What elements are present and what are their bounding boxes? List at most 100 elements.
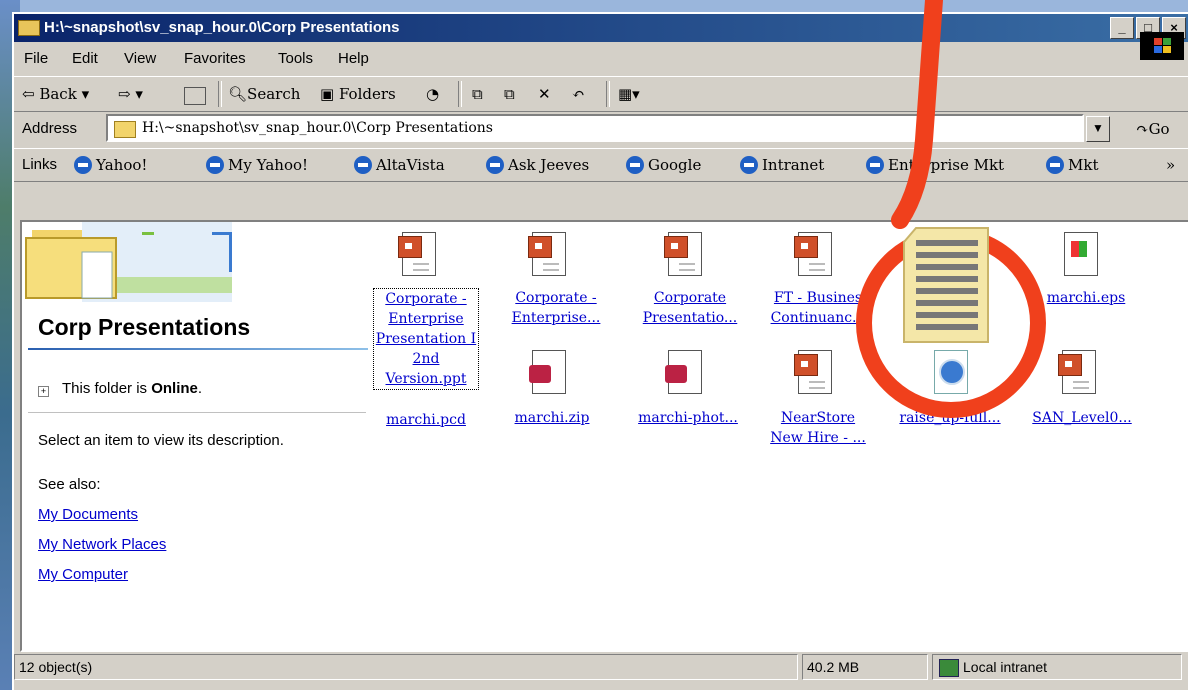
link-label: Ask Jeeves xyxy=(508,156,590,174)
link-ask-jeeves[interactable]: Ask Jeeves xyxy=(486,156,589,174)
file-label: Corporate - Enterprise... xyxy=(512,288,601,328)
file-label-line: Corporate - xyxy=(515,290,597,306)
link-label: Mkt xyxy=(1068,156,1099,174)
move-to-icon[interactable]: ⧉ xyxy=(472,85,483,103)
link-label: Enterprise Mkt xyxy=(888,156,1005,174)
copy-to-icon[interactable]: ⧉ xyxy=(504,85,515,103)
link-enterprise-mkt[interactable]: Enterprise Mkt xyxy=(866,156,1004,174)
file-item[interactable]: Corporate - Enterprise Presentation I 2n… xyxy=(366,288,486,390)
file-label: marchi.eps xyxy=(1046,290,1126,306)
delete-icon[interactable]: ✕ xyxy=(538,85,551,103)
powerpoint-file-icon[interactable] xyxy=(794,350,832,394)
file-item[interactable]: marchi.pcd xyxy=(366,408,486,430)
zone-label: Local intranet xyxy=(963,659,1048,675)
menu-view[interactable]: View xyxy=(124,50,156,67)
folder-icon xyxy=(18,20,40,36)
minimize-button[interactable]: _ xyxy=(1110,17,1134,39)
file-item[interactable]: SAN_Level0... xyxy=(1022,408,1142,428)
back-button[interactable]: ⇦ Back ▾ xyxy=(22,85,89,103)
folders-label: Folders xyxy=(338,85,396,103)
zip-file-icon[interactable] xyxy=(665,350,702,394)
link-mkt[interactable]: Mkt xyxy=(1046,156,1098,174)
views-icon[interactable]: ▦▾ xyxy=(618,85,640,103)
link-altavista[interactable]: AltaVista xyxy=(354,156,445,174)
ie-icon xyxy=(626,156,644,174)
file-label-line: Enterprise... xyxy=(511,310,601,326)
windows-logo-icon xyxy=(1140,32,1184,60)
powerpoint-file-icon[interactable] xyxy=(1058,350,1096,394)
menu-bar: File Edit View Favorites Tools Help xyxy=(14,44,1188,72)
menu-file[interactable]: File xyxy=(24,50,48,67)
title-bar[interactable]: H:\~snapshot\sv_snap_hour.0\Corp Present… xyxy=(14,14,1188,42)
network-icon xyxy=(939,659,959,677)
undo-icon[interactable]: ↶ xyxy=(572,85,585,103)
file-label-line: New Hire - ... xyxy=(770,430,866,446)
file-label-line: Corporate - xyxy=(385,291,467,307)
link-label: Yahoo! xyxy=(96,156,148,174)
up-folder-icon[interactable] xyxy=(184,87,206,105)
link-yahoo[interactable]: Yahoo! xyxy=(74,156,147,174)
links-label: Links xyxy=(22,156,58,173)
go-button[interactable]: ↷Go xyxy=(1136,120,1170,138)
file-label: Corporate Presentatio... xyxy=(643,288,738,328)
zip-file-icon[interactable] xyxy=(529,350,566,394)
menu-favorites[interactable]: Favorites xyxy=(184,50,246,67)
menu-help[interactable]: Help xyxy=(338,50,369,67)
menu-edit[interactable]: Edit xyxy=(72,50,98,67)
expand-icon[interactable]: + xyxy=(38,386,49,397)
search-button[interactable]: 🔍︎Search xyxy=(228,85,300,103)
file-label-line: 2nd xyxy=(412,351,440,367)
online-prefix: This folder is xyxy=(62,380,152,397)
history-icon[interactable]: ◔ xyxy=(426,85,439,103)
powerpoint-file-icon[interactable] xyxy=(664,232,702,276)
title-underline xyxy=(28,348,368,350)
file-label-line: Continuanc... xyxy=(770,310,866,326)
file-item[interactable]: Corporate Presentatio... xyxy=(630,288,750,328)
link-intranet[interactable]: Intranet xyxy=(740,156,824,174)
standard-toolbar: ⇦ Back ▾ ⇨ ▾ 🔍︎Search ▣ Folders ◔ ⧉ ⧉ ✕ … xyxy=(14,76,1188,112)
search-label: Search xyxy=(247,85,301,103)
link-label: AltaVista xyxy=(376,156,445,174)
see-also-label: See also: xyxy=(38,476,101,493)
link-label: Intranet xyxy=(762,156,825,174)
status-bar: 12 object(s) 40.2 MB Local intranet xyxy=(14,650,1188,684)
divider xyxy=(28,412,368,413)
web-view-pane: Corp Presentations + This folder is Onli… xyxy=(22,222,368,650)
link-label: Google xyxy=(648,156,702,174)
object-count: 12 object(s) xyxy=(14,654,798,680)
ie-icon xyxy=(486,156,504,174)
menu-tools[interactable]: Tools xyxy=(278,50,313,67)
back-label: Back xyxy=(39,85,77,103)
file-item[interactable]: Corporate - Enterprise... xyxy=(496,288,616,328)
ie-icon xyxy=(1046,156,1064,174)
file-item[interactable]: marchi-phot... xyxy=(628,408,748,428)
window-title: H:\~snapshot\sv_snap_hour.0\Corp Present… xyxy=(44,19,400,36)
forward-button[interactable]: ⇨ ▾ xyxy=(118,85,143,103)
file-item[interactable]: NearStore New Hire - ... xyxy=(758,408,878,448)
online-word: Online xyxy=(151,380,198,397)
file-label: FT - Busines Continuanc... xyxy=(771,288,866,328)
file-label: SAN_Level0... xyxy=(1032,410,1132,426)
file-label-line: Presentatio... xyxy=(642,310,738,326)
file-item[interactable]: marchi.zip xyxy=(492,408,612,428)
security-zone: Local intranet xyxy=(932,654,1182,680)
desktop-background xyxy=(0,0,1188,12)
powerpoint-file-icon[interactable] xyxy=(794,232,832,276)
document-icon xyxy=(903,227,989,343)
file-label-line: Presentation I xyxy=(375,331,477,347)
file-label-line: NearStore xyxy=(780,410,856,426)
file-label: marchi-phot... xyxy=(638,410,738,426)
link-my-computer[interactable]: My Computer xyxy=(38,566,128,583)
link-my-yahoo[interactable]: My Yahoo! xyxy=(206,156,308,174)
link-my-documents[interactable]: My Documents xyxy=(38,506,138,523)
link-my-network-places[interactable]: My Network Places xyxy=(38,536,166,553)
links-more-button[interactable]: » xyxy=(1166,156,1175,174)
address-input[interactable]: H:\~snapshot\sv_snap_hour.0\Corp Present… xyxy=(106,114,1084,142)
item-description: Select an item to view its description. xyxy=(38,432,284,449)
powerpoint-file-icon[interactable] xyxy=(528,232,566,276)
powerpoint-file-icon[interactable] xyxy=(398,232,436,276)
eps-file-icon[interactable] xyxy=(1064,232,1098,276)
folders-button[interactable]: ▣ Folders xyxy=(320,85,396,103)
address-dropdown-button[interactable]: ▼ xyxy=(1086,116,1110,142)
link-google[interactable]: Google xyxy=(626,156,701,174)
